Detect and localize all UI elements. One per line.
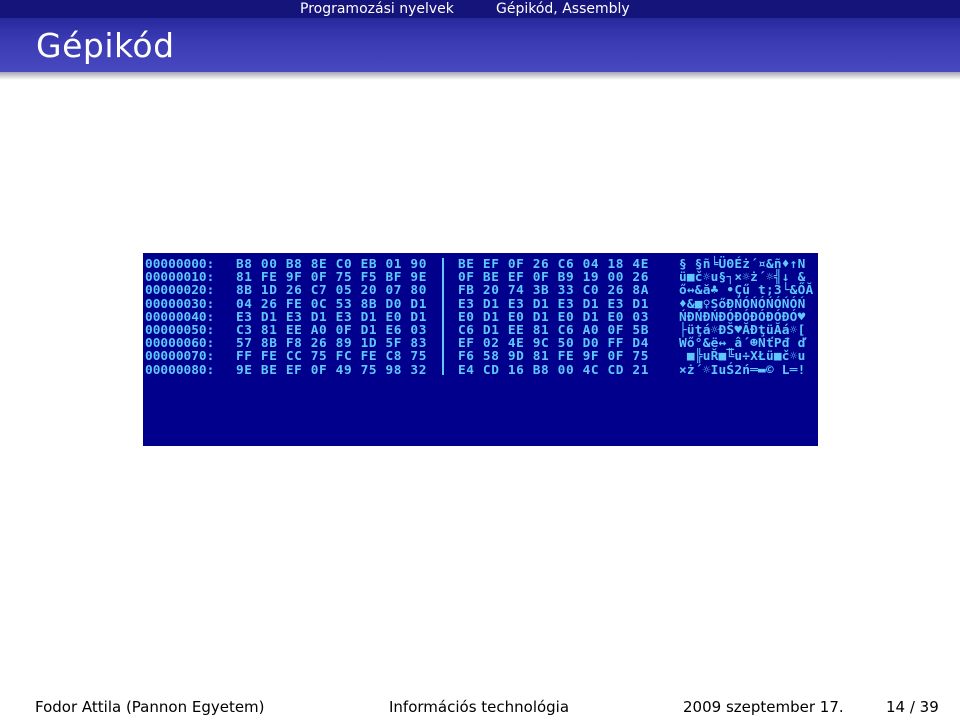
- hex-dump-bytes-right: EF 02 4E 9C 50 D0 FF D4: [458, 336, 650, 352]
- hex-dump-ascii: ő↔&ă♣ •Çű t;3└&ŐĂ: [679, 283, 814, 299]
- hex-dump-bytes-left: 57 8B F8 26 89 1D 5F 83: [236, 336, 428, 352]
- hex-dump-bytes-left: C3 81 EE A0 0F D1 E6 03: [236, 323, 428, 338]
- hex-dump-bytes-right: FB 20 74 3B 33 C0 26 8A: [458, 283, 650, 299]
- hex-dump-bytes-right: E3 D1 E3 D1 E3 D1 E3 D1: [458, 296, 650, 312]
- frame-title: Gépikód: [36, 26, 175, 65]
- hex-dump-address: 00000080:: [145, 362, 215, 378]
- hex-dump-ascii: ŃĐŃĐŃĐÓĐÓĐÓĐÓĐÓ♥: [679, 309, 806, 325]
- hex-dump-bytes-right: E4 CD 16 B8 00 4C CD 21: [458, 362, 650, 378]
- hex-dump-bytes-right: 0F BE EF 0F B9 19 00 26: [458, 270, 650, 286]
- footer-page-number: 14 / 39: [886, 698, 939, 716]
- hex-dump-ascii: ♦&■♀SőĐŃÓŃÓŃÓŃÓŃ: [679, 296, 806, 312]
- hex-dump-bytes-left: 81 FE 9F 0F 75 F5 BF 9E: [236, 270, 428, 286]
- hex-dump-bytes-right: F6 58 9D 81 FE 9F 0F 75: [458, 349, 650, 365]
- hex-dump-address: 00000050:: [145, 323, 215, 338]
- hex-dump-screenshot: 00000000: B8 00 B8 8E C0 EB 01 90 BE EF 0F…: [143, 253, 818, 446]
- hex-dump-address: 00000010:: [145, 270, 215, 286]
- column-separator: [442, 258, 444, 375]
- navigation-bar: Programozási nyelvek Gépikód, Assembly: [0, 0, 960, 18]
- hex-dump-bytes-left: B8 00 B8 8E C0 EB 01 90: [236, 257, 428, 272]
- hex-dump-ascii: ├üţá☼ĐŠ♥ĂĐţüĂá☼[: [679, 323, 806, 338]
- footer-author: Fodor Attila (Pannon Egyetem): [35, 698, 265, 716]
- hex-dump-bytes-right: C6 D1 EE 81 C6 A0 0F 5B: [458, 323, 650, 338]
- header-shadow: [0, 72, 960, 80]
- hex-dump-address: 00000060:: [145, 336, 215, 352]
- nav-section[interactable]: Programozási nyelvek: [300, 1, 454, 17]
- nav-subsection[interactable]: Gépikód, Assembly: [496, 1, 630, 17]
- slide-footer: Fodor Attila (Pannon Egyetem) Információ…: [0, 696, 960, 720]
- hex-dump-address: 00000070:: [145, 349, 215, 365]
- hex-dump-bytes-right: BE EF 0F 26 C6 04 18 4E: [458, 257, 650, 272]
- hex-dump-bytes-right: E0 D1 E0 D1 E0 D1 E0 03: [458, 309, 650, 325]
- hex-dump-bytes-left: FF FE CC 75 FC FE C8 75: [236, 349, 428, 365]
- hex-dump-ascii: ■╠uŘ■╚u÷XŁü■č☼u: [679, 349, 806, 365]
- hex-dump-bytes-left: 04 26 FE 0C 53 8B D0 D1: [236, 296, 428, 312]
- hex-dump-bytes-left: 9E BE EF 0F 49 75 98 32: [236, 362, 428, 378]
- hex-dump-ascii: ×ż´☼IuŚ2ń═▬© L═!: [679, 362, 806, 378]
- hex-dump-address: 00000000:: [145, 257, 215, 272]
- hex-dump-bytes-left: 8B 1D 26 C7 05 20 07 80: [236, 283, 428, 299]
- hex-dump-bytes-left: E3 D1 E3 D1 E3 D1 E0 D1: [236, 309, 428, 325]
- footer-date: 2009 szeptember 17.: [683, 698, 844, 716]
- slide-header: Programozási nyelvek Gépikód, Assembly G…: [0, 0, 960, 72]
- hex-dump-address: 00000020:: [145, 283, 215, 299]
- hex-dump-address: 00000040:: [145, 309, 215, 325]
- hex-dump-address: 00000030:: [145, 296, 215, 312]
- footer-title: Információs technológia: [389, 698, 570, 716]
